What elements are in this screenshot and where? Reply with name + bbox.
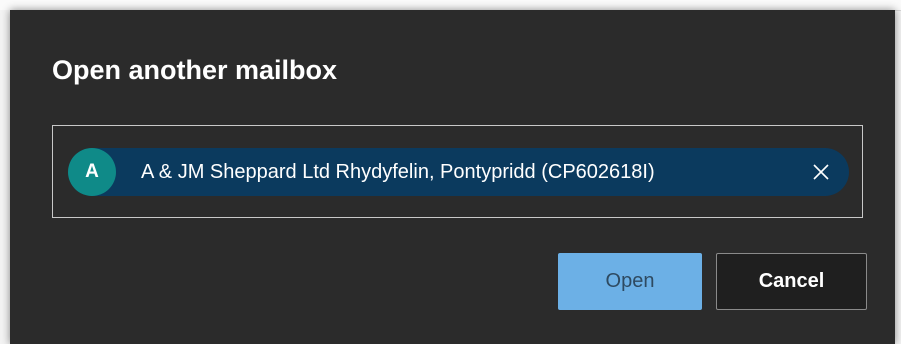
open-mailbox-dialog: Open another mailbox A A & JM Sheppard L… [10,10,895,344]
dialog-title: Open another mailbox [52,55,338,85]
avatar: A [68,148,116,196]
persona-name: A & JM Sheppard Ltd Rhydyfelin, Pontypri… [141,160,655,183]
open-button[interactable]: Open [558,253,702,310]
cancel-button[interactable]: Cancel [716,253,867,310]
background-app-edge [0,10,10,344]
remove-persona-button[interactable] [801,152,841,192]
close-icon [813,164,829,180]
selected-mailbox-persona[interactable]: A A & JM Sheppard Ltd Rhydyfelin, Pontyp… [68,148,849,196]
mailbox-picker-input[interactable]: A A & JM Sheppard Ltd Rhydyfelin, Pontyp… [52,125,863,218]
